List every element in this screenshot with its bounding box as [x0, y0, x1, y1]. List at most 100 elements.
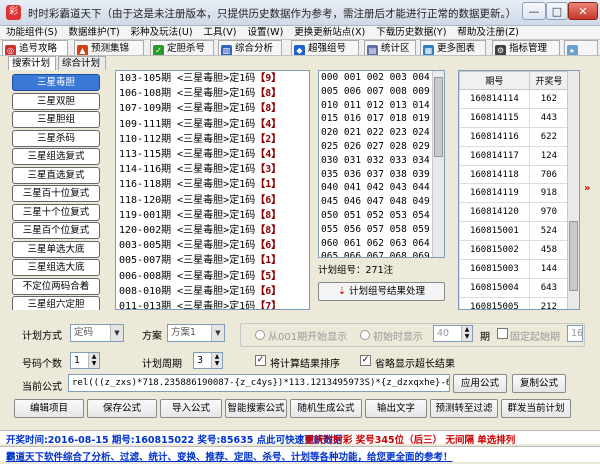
code-count-input[interactable]: 1 ▲ ▼ [70, 352, 100, 369]
table-row[interactable]: 160815003 144 [459, 259, 570, 279]
menu-update-site[interactable]: 更换更新站点(X) [288, 26, 370, 39]
plan-row[interactable]: 110-112期 <三星毒胆>定1码【2】 [116, 132, 309, 147]
plan-row[interactable]: 107-109期 <三星毒胆>定1码【8】 [116, 101, 309, 116]
table-row[interactable]: 160815002 458 [459, 240, 570, 261]
plan-type-button[interactable]: 三星百十位复式 [12, 185, 100, 202]
plan-type-button[interactable]: 不定位两码合着 [12, 277, 100, 295]
output-text-button[interactable]: 输出文字 [365, 399, 427, 418]
menu-help[interactable]: 帮助及注册(Z) [451, 26, 523, 39]
scheme-select[interactable]: 方案1 ▼ [167, 324, 225, 342]
spinner-icon[interactable]: ▲ ▼ [211, 353, 222, 368]
tab-search-plan[interactable]: 搜索计划 [8, 56, 56, 70]
plan-type-button[interactable]: 三星组选复式 [12, 148, 100, 165]
table-row[interactable]: 160814118 706 [459, 164, 570, 185]
code-list[interactable]: 000 001 002 003 004 005 006 007 008 009 01… [318, 70, 445, 258]
plan-type-button[interactable]: 三星组选大底 [12, 259, 100, 276]
plan-list[interactable]: 103-105期 <三星毒胆>定1码【9】 106-108期 <三星毒胆>定1码【… [115, 70, 310, 310]
tab-more-charts[interactable]: ▦ 更多图表 [420, 40, 486, 55]
forecast-to-filter-button[interactable]: 预测转至过滤 [430, 399, 498, 418]
menu-tools[interactable]: 工具(V) [198, 26, 242, 39]
plan-row[interactable]: 119-001期 <三星毒胆>定1码【8】 [116, 208, 309, 223]
table-row[interactable]: 160814115 443 [459, 107, 570, 128]
import-formula-button[interactable]: 导入公式 [160, 399, 222, 418]
radio-from-001[interactable] [255, 330, 265, 340]
scroll-thumb[interactable] [434, 77, 443, 157]
code-list-scrollbar[interactable] [432, 71, 444, 257]
plan-row[interactable]: 011-013期 <三星毒胆>定1码【7】 [116, 299, 309, 310]
table-row[interactable]: 160814120 970 [459, 202, 570, 223]
spinner-icon[interactable]: ▲ ▼ [88, 353, 99, 368]
plan-type-button[interactable]: 三星十个位复式 [12, 203, 100, 221]
plan-row[interactable]: 118-120期 <三星毒胆>定1码【6】 [116, 193, 309, 208]
toolbar-overflow[interactable]: ▸ [564, 40, 598, 55]
random-formula-button[interactable]: 随机生成公式 [290, 399, 362, 418]
software-intro-link[interactable]: 霸道天下软件综合了分析、过滤、统计、变换、推荐、定胆、杀号、计划等各种功能，给您… [6, 449, 453, 462]
minimize-button[interactable]: — [522, 2, 546, 20]
plan-type-button[interactable]: 三星百个位复式 [12, 222, 100, 239]
plan-row[interactable]: 116-118期 <三星毒胆>定1码【1】 [116, 177, 309, 192]
table-row[interactable]: 160814116 622 [459, 126, 570, 147]
fixed-start-input[interactable]: 16 [567, 325, 583, 342]
edit-project-button[interactable]: 编辑项目 [14, 399, 84, 418]
plan-row[interactable]: 120-002期 <三星毒胆>定1码【8】 [116, 223, 309, 238]
plan-type-button[interactable]: 三星组六定胆 [12, 296, 100, 310]
tab-chase-strategy[interactable]: ◎ 追号攻略 [2, 40, 68, 55]
close-button[interactable]: ✕ [568, 2, 598, 20]
apply-formula-button[interactable]: 应用公式 [453, 374, 507, 393]
table-row[interactable]: 160814114 162 [459, 89, 570, 109]
plan-type-button[interactable]: 三星单选大底 [12, 240, 100, 258]
process-results-button[interactable]: ⇣ 计划组号结果处理 [318, 282, 445, 301]
plan-type-button[interactable]: 三星毒胆 [12, 74, 100, 91]
omit-long-checkbox[interactable]: ✓ [360, 355, 371, 366]
broadcast-plan-button[interactable]: 群发当前计划 [501, 399, 571, 418]
plan-method-select[interactable]: 定码 ▼ [70, 324, 124, 342]
tab-fix-kill[interactable]: ✓ 定胆杀号 [150, 40, 214, 55]
plan-row[interactable]: 008-010期 <三星毒胆>定1码【6】 [116, 284, 309, 299]
save-formula-button[interactable]: 保存公式 [87, 399, 157, 418]
plan-row[interactable]: 003-005期 <三星毒胆>定1码【6】 [116, 238, 309, 253]
table-row[interactable]: 160815004 643 [459, 277, 570, 298]
tab-super-group[interactable]: ◆ 超强组号 [291, 40, 359, 55]
table-row[interactable]: 160814117 124 [459, 145, 570, 166]
tab-analysis[interactable]: ▥ 综合分析 [218, 40, 282, 55]
plan-row[interactable]: 114-116期 <三星毒胆>定1码【3】 [116, 162, 309, 177]
plan-type-button[interactable]: 三星杀码 [12, 129, 100, 147]
menu-data-maintenance[interactable]: 数据维护(T) [62, 26, 124, 39]
table-row[interactable]: 160814119 918 [459, 183, 570, 204]
plan-row[interactable]: 113-115期 <三星毒胆>定1码【4】 [116, 147, 309, 162]
sort-results-checkbox[interactable]: ✓ [255, 355, 266, 366]
plan-row[interactable]: 006-008期 <三星毒胆>定1码【5】 [116, 269, 309, 284]
radio-initial-display[interactable] [360, 330, 370, 340]
plan-tag: 【7】 [255, 301, 282, 310]
table-row[interactable]: 160815001 524 [459, 221, 570, 242]
tab-stats[interactable]: ▤ 统计区 [364, 40, 416, 55]
plan-row[interactable]: 103-105期 <三星毒胆>定1码【9】 [116, 71, 309, 86]
smart-search-button[interactable]: 智能搜索公式 [225, 399, 287, 418]
menu-settings[interactable]: 设置(W) [241, 26, 288, 39]
initial-periods-input[interactable]: 40 ▲ ▼ [433, 325, 473, 342]
menu-download-history[interactable]: 下载历史数据(Y) [370, 26, 451, 39]
scroll-thumb[interactable] [569, 221, 578, 291]
spinner-icon[interactable]: ▲ ▼ [461, 326, 472, 341]
plan-type-button[interactable]: 三星胆组 [12, 111, 100, 128]
tab-combined-plan[interactable]: 综合计划 [58, 56, 106, 70]
tab-predictions[interactable]: ▲ 预测集锦 [74, 40, 144, 55]
plan-tag: 【8】 [255, 88, 282, 100]
plan-period-input[interactable]: 3 ▲ ▼ [193, 352, 223, 369]
copy-formula-button[interactable]: 复制公式 [512, 374, 566, 393]
menu-lottery-type[interactable]: 彩种及玩法(U) [125, 26, 198, 39]
plan-row[interactable]: 005-007期 <三星毒胆>定1码【1】 [116, 253, 309, 268]
plan-type-button[interactable]: 三星双胆 [12, 92, 100, 110]
update-data-link[interactable]: 开奖时间:2016-08-15 期号:160815022 奖号:85635 点此… [6, 432, 342, 444]
plan-row[interactable]: 106-108期 <三星毒胆>定1码【8】 [116, 86, 309, 101]
table-row[interactable]: 160815005 212 [459, 296, 570, 309]
formula-input[interactable]: rel(((z_zxs)*718.235886190087-{z_c4ys})*… [68, 374, 450, 392]
expand-arrows-icon[interactable]: » [584, 183, 590, 194]
plan-row[interactable]: 109-111期 <三星毒胆>定1码【4】 [116, 117, 309, 132]
tab-indicators[interactable]: ⚙ 指标管理 [492, 40, 560, 55]
menu-functions[interactable]: 功能组件(S) [0, 26, 62, 39]
plan-type-button[interactable]: 三星直选复式 [12, 166, 100, 184]
results-scrollbar[interactable] [567, 71, 579, 309]
maximize-button[interactable]: □ [546, 2, 568, 20]
fixed-start-checkbox[interactable] [497, 328, 508, 339]
